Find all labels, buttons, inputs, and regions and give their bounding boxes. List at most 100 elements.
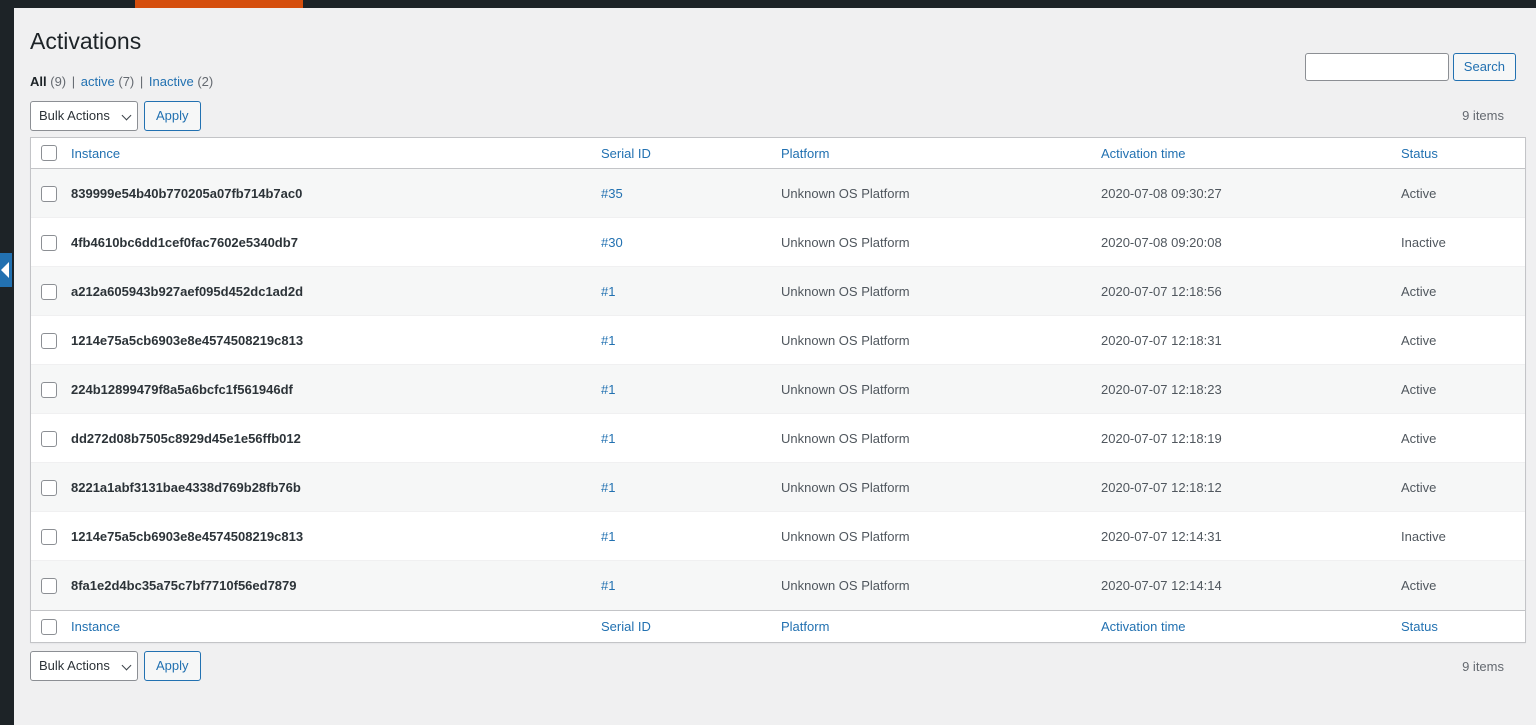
cell-platform: Unknown OS Platform xyxy=(781,169,1101,219)
serial-link[interactable]: #1 xyxy=(601,284,615,299)
table-foot: Instance Serial ID Platform Activation t… xyxy=(31,610,1525,643)
serial-link[interactable]: #1 xyxy=(601,529,615,544)
search-button[interactable]: Search xyxy=(1452,53,1516,81)
cell-instance: 1214e75a5cb6903e8e4574508219c813 xyxy=(71,512,601,562)
table-row: a212a605943b927aef095d452dc1ad2d #1 Unkn… xyxy=(31,267,1525,317)
apply-button-top[interactable]: Apply xyxy=(144,100,201,131)
cell-serial: #1 xyxy=(601,316,781,366)
cell-serial: #1 xyxy=(601,267,781,317)
cell-instance: 4fb4610bc6dd1cef0fac7602e5340db7 xyxy=(71,218,601,268)
column-header-serial-top[interactable]: Serial ID xyxy=(601,137,781,170)
serial-link[interactable]: #1 xyxy=(601,480,615,495)
admin-sidebar-collapsed[interactable] xyxy=(0,8,14,725)
cell-platform: Unknown OS Platform xyxy=(781,512,1101,562)
cell-serial: #1 xyxy=(601,463,781,513)
select-all-checkbox-bottom[interactable] xyxy=(41,619,57,636)
bulk-action-select-bottom[interactable]: Bulk Actions xyxy=(30,651,138,682)
column-header-platform-top[interactable]: Platform xyxy=(781,137,1101,170)
row-checkbox-cell xyxy=(31,365,71,415)
bulk-action-select-top[interactable]: Bulk Actions xyxy=(30,100,138,131)
cell-status: Active xyxy=(1401,316,1525,366)
view-filter-inactive[interactable]: Inactive (2) xyxy=(149,74,213,89)
table-head: Instance Serial ID Platform Activation t… xyxy=(31,137,1525,170)
row-checkbox[interactable] xyxy=(41,479,57,496)
cell-instance: 8fa1e2d4bc35a75c7bf7710f56ed7879 xyxy=(71,561,601,611)
row-checkbox[interactable] xyxy=(41,430,57,447)
row-checkbox[interactable] xyxy=(41,332,57,349)
column-header-time-bottom[interactable]: Activation time xyxy=(1101,610,1401,643)
cell-time: 2020-07-07 12:14:14 xyxy=(1101,561,1401,611)
cell-time: 2020-07-07 12:18:12 xyxy=(1101,463,1401,513)
cell-instance: dd272d08b7505c8929d45e1e56ffb012 xyxy=(71,414,601,464)
apply-button-bottom[interactable]: Apply xyxy=(144,651,201,682)
serial-link[interactable]: #30 xyxy=(601,235,623,250)
table-row: 1214e75a5cb6903e8e4574508219c813 #1 Unkn… xyxy=(31,316,1525,366)
wrap: Activations All (9) | active (7) | Inact… xyxy=(14,8,1536,682)
view-filter-separator-2: | xyxy=(139,73,144,89)
tablenav-bottom: Bulk Actions Apply 9 items xyxy=(30,651,1516,682)
cell-instance: 8221a1abf3131bae4338d769b28fb76b xyxy=(71,463,601,513)
table-row: 1214e75a5cb6903e8e4574508219c813 #1 Unkn… xyxy=(31,512,1525,562)
view-filter-active[interactable]: active (7) xyxy=(81,74,134,89)
serial-link[interactable]: #1 xyxy=(601,431,615,446)
row-checkbox-cell xyxy=(31,218,71,268)
bulk-action-select-wrap-bottom: Bulk Actions xyxy=(30,651,138,682)
table-row: 8221a1abf3131bae4338d769b28fb76b #1 Unkn… xyxy=(31,463,1525,513)
serial-link[interactable]: #1 xyxy=(601,333,615,348)
row-checkbox[interactable] xyxy=(41,578,57,595)
column-header-status-bottom[interactable]: Status xyxy=(1401,610,1525,643)
column-header-instance-bottom[interactable]: Instance xyxy=(71,610,601,643)
serial-link[interactable]: #1 xyxy=(601,382,615,397)
view-filter-all-link[interactable]: All xyxy=(30,74,47,89)
row-checkbox-cell xyxy=(31,316,71,366)
select-all-checkbox-top[interactable] xyxy=(41,145,57,162)
column-header-instance-top[interactable]: Instance xyxy=(71,137,601,170)
serial-link[interactable]: #35 xyxy=(601,186,623,201)
row-checkbox[interactable] xyxy=(41,381,57,398)
select-all-header-top xyxy=(31,137,71,170)
activations-table: Instance Serial ID Platform Activation t… xyxy=(30,136,1526,644)
column-header-serial-bottom[interactable]: Serial ID xyxy=(601,610,781,643)
tablenav-top: Bulk Actions Apply 9 items xyxy=(30,100,1516,131)
cell-platform: Unknown OS Platform xyxy=(781,267,1101,317)
column-header-platform-bottom[interactable]: Platform xyxy=(781,610,1101,643)
cell-serial: #1 xyxy=(601,414,781,464)
row-checkbox[interactable] xyxy=(41,185,57,202)
cell-serial: #35 xyxy=(601,169,781,219)
cell-platform: Unknown OS Platform xyxy=(781,414,1101,464)
view-filter-all[interactable]: All (9) xyxy=(30,74,66,89)
cell-status: Active xyxy=(1401,463,1525,513)
cell-serial: #30 xyxy=(601,218,781,268)
cell-time: 2020-07-08 09:30:27 xyxy=(1101,169,1401,219)
view-filter-inactive-count: (2) xyxy=(197,73,214,89)
search-input[interactable] xyxy=(1304,53,1449,81)
bulk-actions-top: Bulk Actions Apply xyxy=(30,100,201,131)
table-row: 8fa1e2d4bc35a75c7bf7710f56ed7879 #1 Unkn… xyxy=(31,561,1525,611)
cell-status: Active xyxy=(1401,414,1525,464)
cell-platform: Unknown OS Platform xyxy=(781,561,1101,611)
displaying-num-top: 9 items xyxy=(1462,108,1504,124)
cell-platform: Unknown OS Platform xyxy=(781,218,1101,268)
page-title: Activations xyxy=(30,28,142,54)
cell-time: 2020-07-07 12:18:19 xyxy=(1101,414,1401,464)
table-row: 839999e54b40b770205a07fb714b7ac0 #35 Unk… xyxy=(31,169,1525,219)
column-header-status-top[interactable]: Status xyxy=(1401,137,1525,170)
column-header-time-top[interactable]: Activation time xyxy=(1101,137,1401,170)
row-checkbox[interactable] xyxy=(41,234,57,251)
view-filter-inactive-link[interactable]: Inactive xyxy=(149,74,194,89)
page-content: Activations All (9) | active (7) | Inact… xyxy=(14,8,1536,725)
view-filter-active-count: (7) xyxy=(118,73,135,89)
row-checkbox[interactable] xyxy=(41,283,57,300)
view-filter-all-count: (9) xyxy=(50,73,67,89)
view-filter-list: All (9) | active (7) | Inactive (2) xyxy=(30,69,1516,95)
cell-status: Active xyxy=(1401,267,1525,317)
view-filter-active-link[interactable]: active xyxy=(81,74,115,89)
cell-status: Inactive xyxy=(1401,512,1525,562)
admin-bar xyxy=(0,0,1536,8)
cell-serial: #1 xyxy=(601,561,781,611)
view-filter-separator-1: | xyxy=(71,73,76,89)
row-checkbox[interactable] xyxy=(41,528,57,545)
cell-time: 2020-07-07 12:18:23 xyxy=(1101,365,1401,415)
serial-link[interactable]: #1 xyxy=(601,578,615,593)
bulk-actions-bottom: Bulk Actions Apply xyxy=(30,651,201,682)
